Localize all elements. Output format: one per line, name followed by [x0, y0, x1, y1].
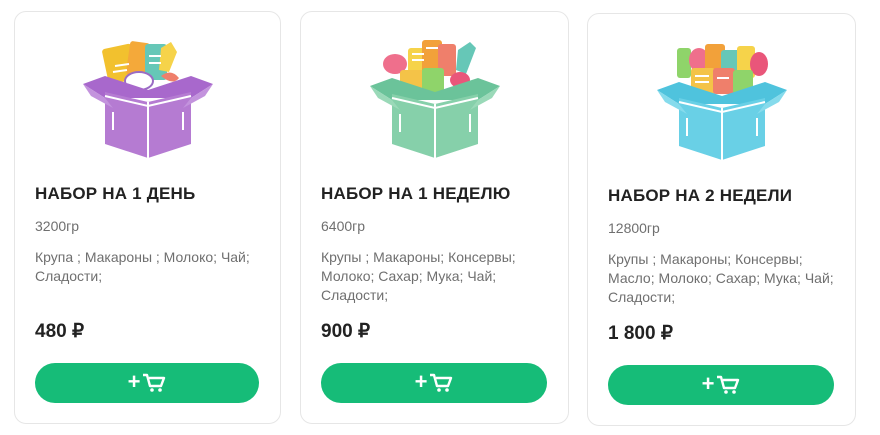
plus-icon: +: [701, 371, 715, 396]
product-price: 480 ₽: [35, 321, 85, 342]
box-icon: [369, 40, 500, 158]
plus-icon: +: [127, 369, 141, 394]
product-price: 900 ₽: [321, 321, 371, 342]
product-card: НАБОР НА 1 ДЕНЬ 3200гр Крупа ; Макароны …: [14, 11, 281, 424]
product-price: 1 800 ₽: [608, 323, 673, 344]
product-description: Крупы ; Макароны; Консервы; Масло; Молок…: [608, 251, 834, 305]
product-title[interactable]: НАБОР НА 1 ДЕНЬ: [35, 184, 268, 204]
cart-icon: [430, 373, 453, 392]
add-to-cart-button[interactable]: +: [608, 365, 834, 405]
product-image[interactable]: [15, 36, 280, 166]
product-card: НАБОР НА 2 НЕДЕЛИ 12800гр Крупы ; Макаро…: [587, 13, 856, 426]
plus-icon: +: [414, 369, 428, 394]
product-image[interactable]: [301, 36, 568, 166]
box-icon: [82, 41, 213, 158]
product-weight: 3200гр: [35, 218, 80, 234]
add-to-cart-button[interactable]: +: [321, 363, 547, 403]
product-description: Крупы ; Макароны; Консервы; Молоко; Саха…: [321, 249, 516, 303]
product-title[interactable]: НАБОР НА 2 НЕДЕЛИ: [608, 186, 843, 206]
product-description: Крупа ; Макароны ; Молоко; Чай; Сладости…: [35, 249, 250, 284]
product-card: НАБОР НА 1 НЕДЕЛЮ 6400гр Крупы ; Макарон…: [300, 11, 569, 424]
product-weight: 6400гр: [321, 218, 366, 234]
cart-icon: [143, 373, 166, 392]
box-icon: [656, 44, 787, 160]
cart-icon: [717, 375, 740, 394]
product-weight: 12800гр: [608, 220, 660, 236]
product-title[interactable]: НАБОР НА 1 НЕДЕЛЮ: [321, 184, 556, 204]
add-to-cart-button[interactable]: +: [35, 363, 259, 403]
product-image[interactable]: [588, 38, 855, 168]
